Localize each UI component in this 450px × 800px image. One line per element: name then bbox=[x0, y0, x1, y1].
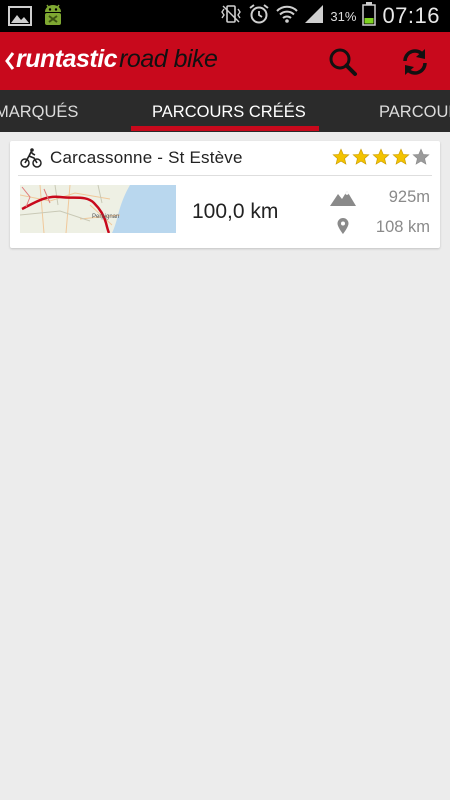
app-logo[interactable]: runtasticroad bike bbox=[16, 45, 218, 74]
tab-marques[interactable]: MARQUÉS bbox=[0, 90, 78, 132]
star-filled-icon bbox=[392, 148, 410, 165]
refresh-icon bbox=[403, 49, 427, 75]
app-bar: runtasticroad bike bbox=[0, 32, 450, 90]
battery-percent: 31% bbox=[330, 8, 357, 24]
signal-icon bbox=[304, 4, 324, 29]
android-debug-icon bbox=[42, 4, 64, 33]
route-elevation: 925m bbox=[388, 188, 430, 206]
tab-active-indicator bbox=[131, 126, 319, 131]
alarm-icon bbox=[248, 3, 270, 30]
star-filled-icon bbox=[352, 148, 370, 165]
status-bar-system: 31% 07:16 bbox=[220, 1, 440, 31]
map-place-label: Perpignan bbox=[92, 214, 119, 220]
star-filled-icon bbox=[332, 148, 350, 165]
star-filled-icon bbox=[372, 148, 390, 165]
route-rating bbox=[332, 148, 430, 166]
status-bar-notifications bbox=[8, 4, 64, 33]
search-button[interactable] bbox=[321, 40, 365, 84]
card-divider bbox=[18, 175, 432, 176]
vibrate-icon bbox=[220, 4, 242, 29]
route-card[interactable]: Carcassonne - St Estève Perpignan 100,0 … bbox=[10, 141, 440, 248]
location-pin-icon bbox=[337, 218, 349, 239]
route-title: Carcassonne - St Estève bbox=[50, 148, 243, 167]
back-chevron-icon[interactable] bbox=[4, 49, 16, 73]
route-distance-from-location: 108 km bbox=[375, 218, 430, 236]
search-icon bbox=[329, 48, 357, 76]
status-bar: 31% 07:16 bbox=[0, 0, 450, 32]
refresh-button[interactable] bbox=[393, 40, 437, 84]
tab-bar: MARQUÉS PARCOURS CRÉÉS PARCOURS bbox=[0, 90, 450, 132]
star-empty-icon bbox=[412, 148, 430, 165]
status-time: 07:16 bbox=[382, 3, 440, 28]
route-card-header: Carcassonne - St Estève bbox=[10, 141, 440, 175]
wifi-icon bbox=[276, 4, 299, 29]
battery-icon bbox=[362, 1, 377, 31]
tab-parcours[interactable]: PARCOURS bbox=[379, 90, 450, 132]
app-brand: runtastic bbox=[16, 45, 118, 73]
route-distance: 100,0 km bbox=[192, 200, 279, 223]
mountain-icon bbox=[330, 188, 356, 211]
gallery-icon bbox=[8, 5, 32, 32]
app-product-name: road bike bbox=[119, 45, 218, 73]
bicycle-icon bbox=[20, 147, 42, 174]
route-map-thumbnail[interactable]: Perpignan bbox=[20, 185, 176, 233]
